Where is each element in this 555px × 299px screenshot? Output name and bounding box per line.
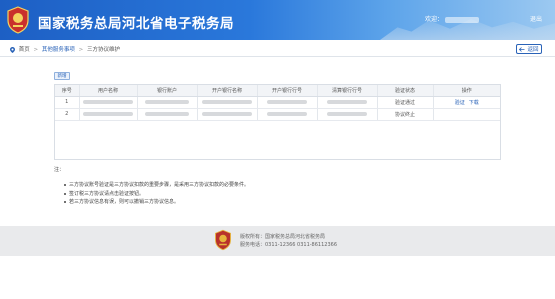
- table-row: 2 协议终止: [55, 108, 500, 121]
- back-arrow-icon: [519, 46, 525, 52]
- add-agreement-button[interactable]: 新增: [54, 72, 70, 80]
- location-pin-icon: [10, 46, 15, 53]
- breadcrumb: 首页 > 其他服务事项 > 三方协议维护: [10, 45, 120, 53]
- notes-section: 注： 三方协议账号验证是三方协议扣款的重要步骤，是采用三方协议扣款的必要条件。 …: [54, 166, 504, 207]
- back-label: 返回: [527, 47, 539, 53]
- note-item: 三方协议账号验证是三方协议扣款的重要步骤，是采用三方协议扣款的必要条件。: [64, 181, 504, 190]
- column-header: 序号: [55, 85, 80, 97]
- actions-cell: 验证 下载: [433, 96, 500, 109]
- breadcrumb-bar: 首页 > 其他服务事项 > 三方协议维护: [0, 40, 555, 57]
- user-name: [445, 16, 480, 23]
- column-header: 操作: [433, 85, 500, 97]
- bank-name-cell: [197, 108, 258, 121]
- breadcrumb-home[interactable]: 首页: [19, 47, 30, 53]
- tax-emblem-icon: [7, 6, 29, 34]
- column-header: 银行账户: [137, 85, 198, 97]
- table-header-row: 序号 用户名称 银行账户 开户银行名称 开户银行行号 清算银行行号 验证状态 操…: [55, 85, 500, 97]
- user-info: 欢迎：: [425, 14, 480, 23]
- column-header: 开户银行行号: [257, 85, 318, 97]
- notes-title: 注：: [54, 167, 65, 173]
- row-index: 1: [55, 96, 80, 109]
- bank-code-cell: [257, 96, 318, 109]
- footer-hotline: 服务电话：0311-12366 0311-86112366: [240, 242, 338, 248]
- welcome-label: 欢迎：: [425, 16, 444, 23]
- bank-code-cell: [257, 108, 318, 121]
- footer-text: 版权所有：国家税务总局河北省税务局 服务电话：0311-12366 0311-8…: [240, 233, 337, 249]
- site-footer: 版权所有：国家税务总局河北省税务局 服务电话：0311-12366 0311-8…: [0, 226, 555, 256]
- user-name-cell: [79, 108, 138, 121]
- footer-copyright: 版权所有：国家税务总局河北省税务局: [240, 234, 326, 240]
- actions-cell: [433, 108, 500, 121]
- agreement-table: 序号 用户名称 银行账户 开户银行名称 开户银行行号 清算银行行号 验证状态 操…: [54, 84, 501, 160]
- note-item: 签订税三方协议请点击验证按钮。: [64, 190, 504, 199]
- note-item: 若三方协议信息有误，则可以撤销三方协议信息。: [64, 198, 504, 207]
- column-header: 清算银行行号: [317, 85, 378, 97]
- bank-name-cell: [197, 96, 258, 109]
- breadcrumb-section[interactable]: 其他服务事项: [42, 47, 75, 53]
- column-header: 验证状态: [377, 85, 434, 97]
- clearing-code-cell: [317, 96, 378, 109]
- breadcrumb-separator: >: [78, 47, 84, 53]
- site-title: 国家税务总局河北省电子税务局: [38, 16, 234, 32]
- column-header: 用户名称: [79, 85, 138, 97]
- download-link[interactable]: 下载: [469, 100, 479, 106]
- column-header: 开户银行名称: [197, 85, 258, 97]
- breadcrumb-current: 三方协议维护: [87, 47, 121, 53]
- clearing-code-cell: [317, 108, 378, 121]
- bank-account-cell: [137, 96, 198, 109]
- breadcrumb-separator: >: [33, 47, 39, 53]
- verify-link[interactable]: 验证: [455, 100, 465, 106]
- status-cell: 协议终止: [377, 108, 434, 121]
- tax-emblem-icon: [215, 229, 231, 251]
- bank-account-cell: [137, 108, 198, 121]
- status-cell: 验证通过: [377, 96, 434, 109]
- row-index: 2: [55, 108, 80, 121]
- exit-link[interactable]: 退出: [530, 14, 542, 23]
- table-row: 1 验证通过 验证 下载: [55, 96, 500, 109]
- user-name-cell: [79, 96, 138, 109]
- site-header: 国家税务总局河北省电子税务局 欢迎： 退出: [0, 0, 555, 40]
- back-button[interactable]: 返回: [516, 44, 542, 54]
